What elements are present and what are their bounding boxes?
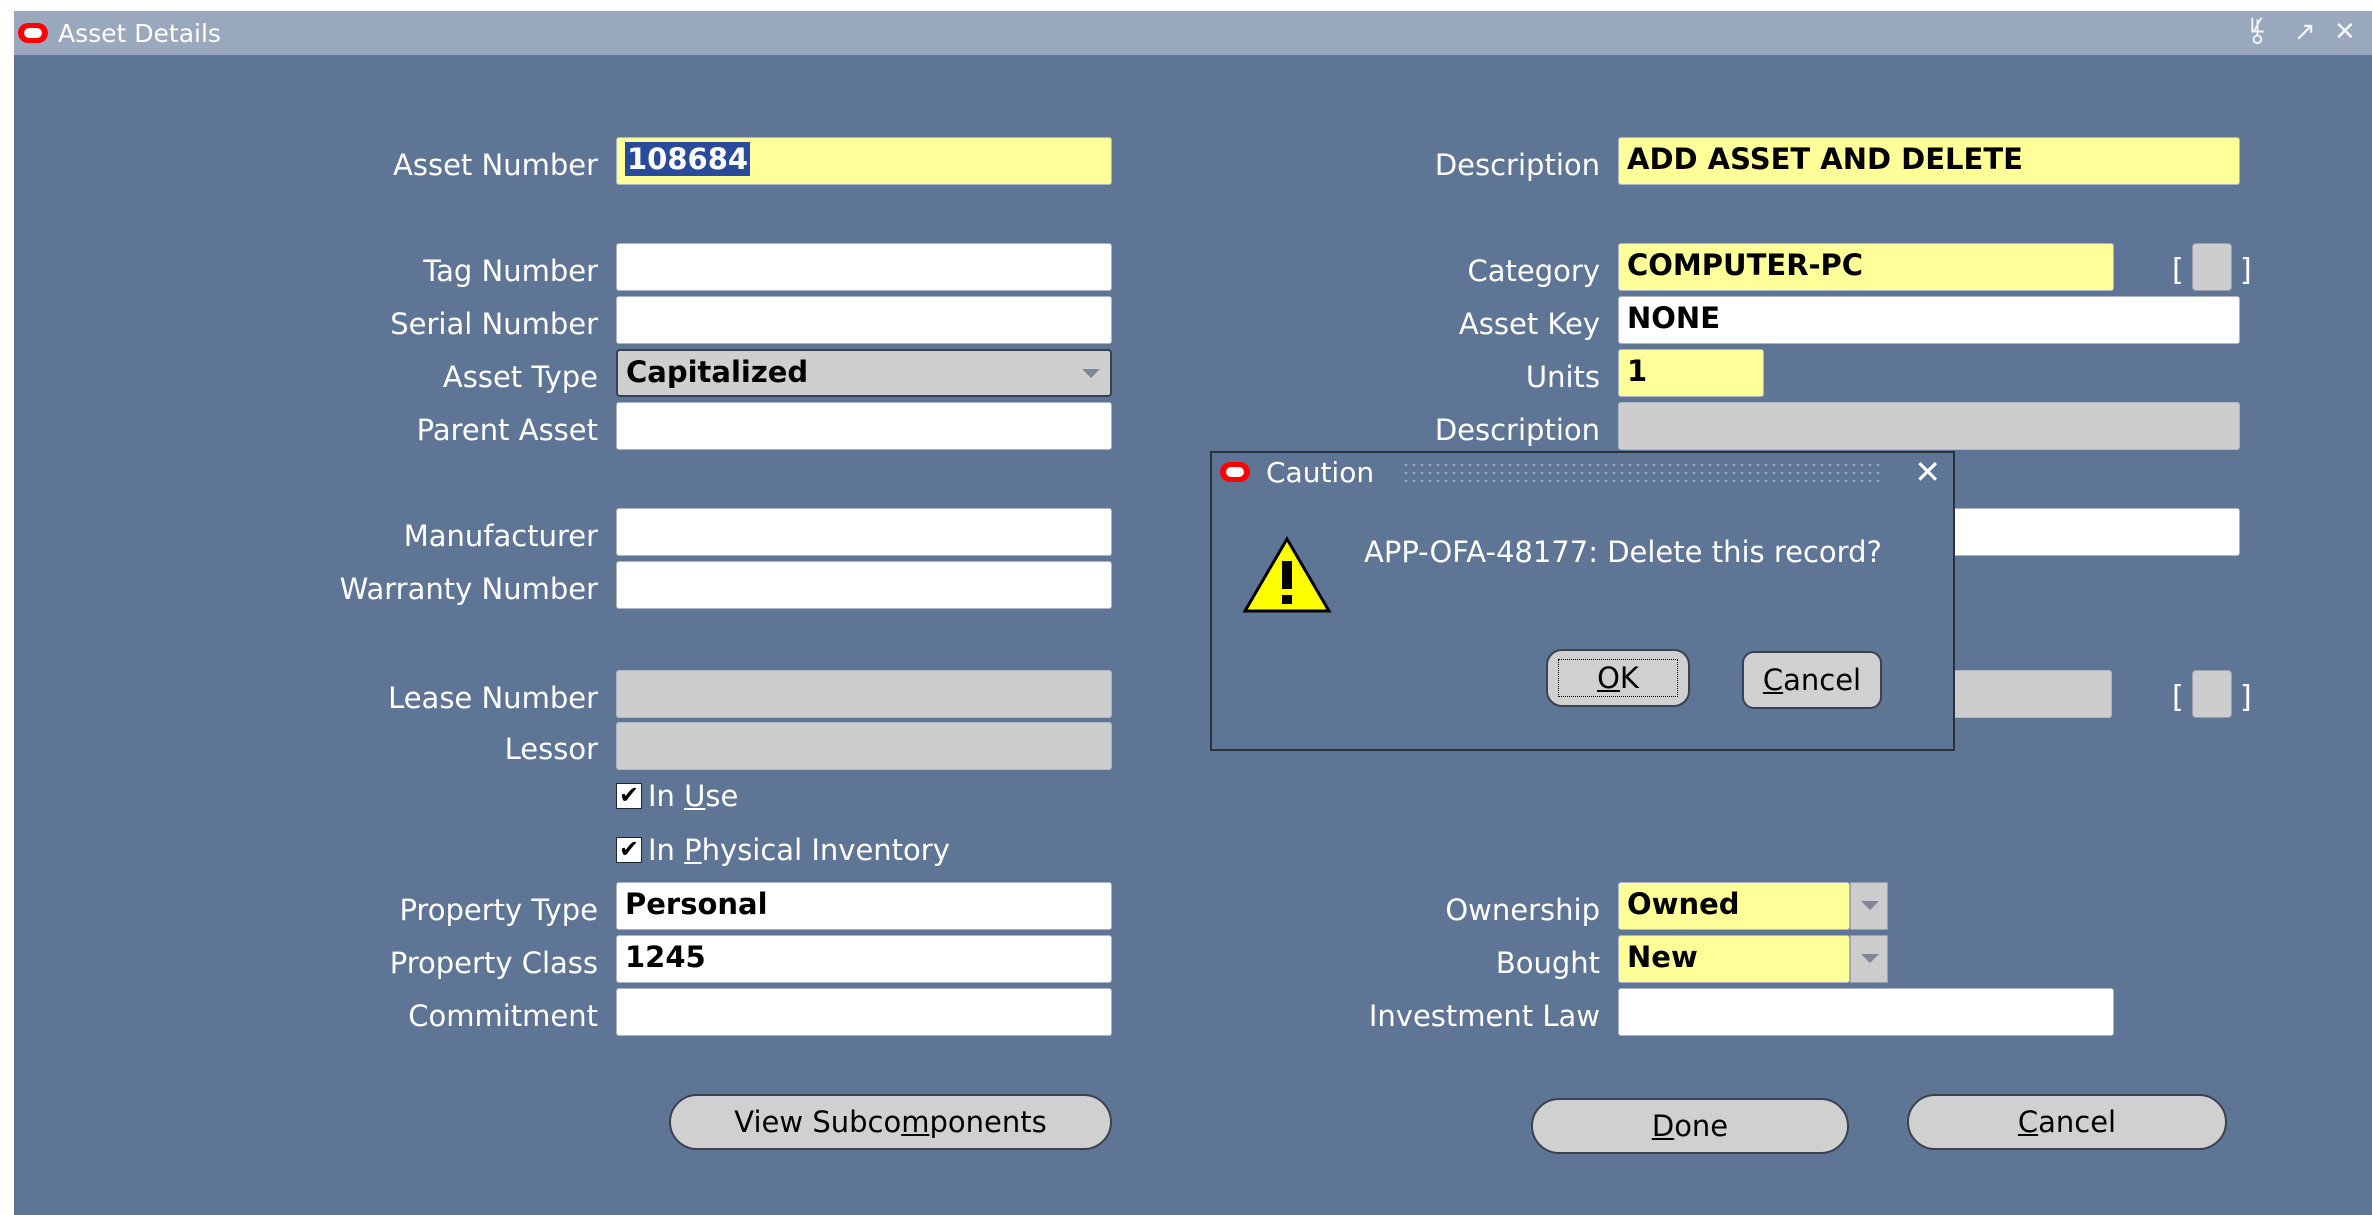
asset-type-label: Asset Type	[442, 360, 598, 394]
asset-type-select[interactable]: Capitalized	[616, 349, 1112, 397]
window-title: Asset Details	[58, 19, 221, 48]
done-button[interactable]: Done	[1531, 1098, 1849, 1154]
parent-asset-label: Parent Asset	[416, 413, 598, 447]
flexfield-button-2[interactable]	[2192, 670, 2232, 718]
in-physical-inventory-label: In Physical Inventory	[648, 833, 950, 867]
cancel-button[interactable]: Cancel	[1907, 1094, 2227, 1150]
close-icon[interactable]: ✕	[2334, 19, 2356, 45]
caution-dialog: Caution ✕ APP-OFA-48177: Delete this rec…	[1210, 451, 1955, 751]
bought-field[interactable]: New	[1618, 935, 1850, 983]
lease-number-label: Lease Number	[388, 681, 598, 715]
ownership-dropdown-icon[interactable]	[1850, 882, 1888, 930]
ok-button[interactable]: OK	[1546, 649, 1690, 707]
category-flexfield-button[interactable]	[2192, 243, 2232, 291]
description2-field	[1618, 402, 2240, 450]
property-class-field[interactable]: 1245	[616, 935, 1112, 983]
commitment-label: Commitment	[408, 999, 598, 1033]
serial-number-label: Serial Number	[390, 307, 598, 341]
description2-label: Description	[1434, 413, 1600, 447]
asset-key-label: Asset Key	[1458, 307, 1600, 341]
lessor-label: Lessor	[504, 732, 598, 766]
category-field[interactable]: COMPUTER-PC	[1618, 243, 2114, 291]
window-titlebar[interactable]: Asset Details ⯉ ↗ ✕	[14, 11, 2372, 55]
in-use-label: In Use	[648, 779, 739, 813]
bought-dropdown-icon[interactable]	[1850, 935, 1888, 983]
category-flex-bracket-close: ]	[2240, 253, 2252, 288]
dialog-cancel-button[interactable]: Cancel	[1742, 651, 1882, 709]
parent-asset-field[interactable]	[616, 402, 1112, 450]
units-label: Units	[1525, 360, 1600, 394]
investment-law-label: Investment Law	[1368, 999, 1600, 1033]
manufacturer-label: Manufacturer	[403, 519, 598, 553]
close-icon[interactable]: ✕	[1914, 453, 1941, 491]
in-physical-inventory-checkbox[interactable]: ✔	[616, 837, 642, 863]
ownership-label: Ownership	[1445, 893, 1600, 927]
serial-number-field[interactable]	[616, 296, 1112, 344]
asset-number-value: 108684	[625, 142, 751, 176]
units-field[interactable]: 1	[1618, 349, 1764, 397]
flex-bracket-close-2: ]	[2240, 680, 2252, 715]
in-use-checkbox[interactable]: ✔	[616, 783, 642, 809]
caution-dialog-title: Caution	[1266, 456, 1375, 489]
asset-number-label: Asset Number	[393, 148, 598, 182]
ownership-field[interactable]: Owned	[1618, 882, 1850, 930]
investment-law-field[interactable]	[1618, 988, 2114, 1036]
property-class-label: Property Class	[389, 946, 598, 980]
manufacturer-field[interactable]	[616, 508, 1112, 556]
bought-label: Bought	[1495, 946, 1600, 980]
chevron-down-icon	[1082, 369, 1100, 378]
asset-key-field[interactable]: NONE	[1618, 296, 2240, 344]
caution-dialog-titlebar[interactable]: Caution ✕	[1212, 453, 1953, 491]
asset-number-field[interactable]: 108684	[616, 137, 1112, 185]
lease-number-field	[616, 670, 1112, 718]
lessor-field	[616, 722, 1112, 770]
warning-icon	[1242, 536, 1332, 613]
description-label: Description	[1434, 148, 1600, 182]
asset-details-window: Asset Details ⯉ ↗ ✕ Asset Number 108684 …	[14, 11, 2372, 1215]
caution-message: APP-OFA-48177: Delete this record?	[1364, 535, 1882, 569]
warranty-number-field[interactable]	[616, 561, 1112, 609]
titlebar-grip-pattern	[1402, 461, 1882, 483]
warranty-number-label: Warranty Number	[339, 572, 598, 606]
oracle-logo-icon	[1220, 462, 1250, 482]
tag-number-label: Tag Number	[423, 254, 598, 288]
view-subcomponents-button[interactable]: View Subco m ponents	[669, 1094, 1112, 1150]
category-flex-bracket-open: [	[2172, 253, 2184, 288]
oracle-logo-icon	[18, 23, 48, 43]
category-label: Category	[1467, 254, 1600, 288]
property-type-label: Property Type	[399, 893, 598, 927]
description-field[interactable]: ADD ASSET AND DELETE	[1618, 137, 2240, 185]
tag-number-field[interactable]	[616, 243, 1112, 291]
restore-icon[interactable]: ↗	[2294, 19, 2316, 45]
property-type-field[interactable]: Personal	[616, 882, 1112, 930]
minimize-icon[interactable]: ⯉	[2250, 19, 2265, 45]
commitment-field[interactable]	[616, 988, 1112, 1036]
flex-bracket-open-2: [	[2172, 680, 2184, 715]
asset-type-value: Capitalized	[626, 355, 809, 389]
